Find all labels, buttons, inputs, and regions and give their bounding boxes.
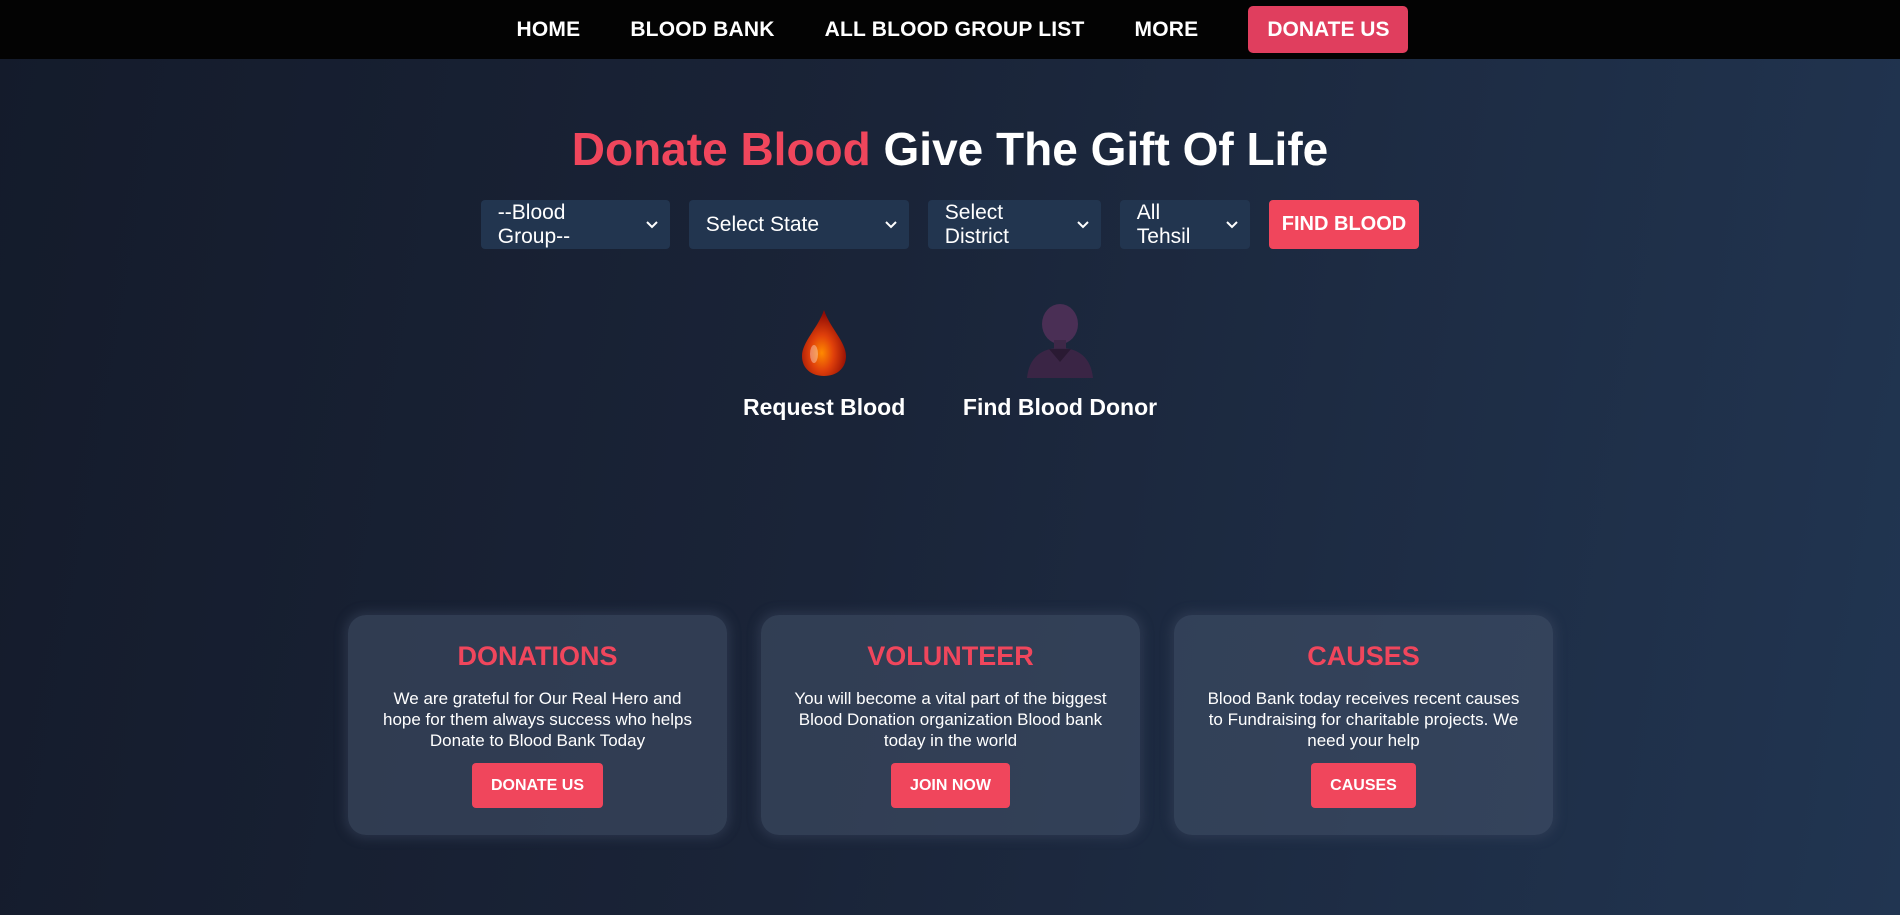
blood-group-select-value: --Blood Group-- [497, 200, 571, 248]
tehsil-select-value: All Tehsil [1136, 200, 1191, 248]
donor-person-icon [960, 300, 1160, 378]
causes-card: CAUSES Blood Bank today receives recent … [1174, 615, 1553, 835]
district-select[interactable]: Select District [927, 200, 1101, 249]
nav-link-blood-bank[interactable]: BLOOD BANK [630, 18, 774, 42]
chevron-down-icon [1077, 217, 1089, 232]
state-select-value: Select State [705, 212, 820, 236]
find-blood-donor-label: Find Blood Donor [962, 394, 1158, 420]
blood-drop-icon [743, 300, 905, 378]
request-blood-feature[interactable]: Request Blood [743, 300, 905, 421]
blood-search-filters: --Blood Group-- Select State Select Dist… [0, 200, 1900, 249]
volunteer-card: VOLUNTEER You will become a vital part o… [761, 615, 1140, 835]
tehsil-select[interactable]: All Tehsil [1119, 200, 1250, 249]
blood-group-select[interactable]: --Blood Group-- [480, 200, 670, 249]
request-blood-label: Request Blood [743, 394, 906, 420]
find-blood-donor-feature[interactable]: Find Blood Donor [960, 300, 1160, 421]
join-now-button[interactable]: JOIN NOW [891, 763, 1010, 808]
nav-links: HOME BLOOD BANK ALL BLOOD GROUP LIST MOR… [492, 6, 1409, 53]
info-cards: DONATIONS We are grateful for Our Real H… [348, 615, 1553, 835]
find-blood-button[interactable]: FIND BLOOD [1268, 200, 1420, 249]
hero-title: Donate Blood Give The Gift Of Life [0, 122, 1900, 176]
chevron-down-icon [646, 217, 658, 232]
district-select-value: Select District [944, 200, 1009, 248]
hero-title-rest: Give The Gift Of Life [870, 123, 1329, 175]
donations-card-title: DONATIONS [457, 641, 618, 671]
nav-link-home[interactable]: HOME [517, 18, 581, 42]
causes-card-text: Blood Bank today receives recent causes … [1207, 689, 1520, 750]
hero-title-accent: Donate Blood [571, 123, 871, 175]
nav-link-all-blood-group-list[interactable]: ALL BLOOD GROUP LIST [825, 18, 1085, 42]
causes-button[interactable]: CAUSES [1311, 763, 1416, 808]
donations-card-text: We are grateful for Our Real Hero and ho… [383, 689, 692, 750]
causes-card-title: CAUSES [1307, 641, 1420, 671]
chevron-down-icon [885, 217, 897, 232]
state-select[interactable]: Select State [688, 200, 909, 249]
top-navigation-bar: HOME BLOOD BANK ALL BLOOD GROUP LIST MOR… [0, 0, 1900, 59]
nav-donate-button[interactable]: DONATE US [1248, 6, 1409, 53]
chevron-down-icon [1226, 217, 1238, 232]
nav-link-more[interactable]: MORE [1135, 18, 1199, 42]
donations-donate-button[interactable]: DONATE US [471, 763, 604, 808]
donations-card: DONATIONS We are grateful for Our Real H… [348, 615, 727, 835]
volunteer-card-text: You will become a vital part of the bigg… [794, 689, 1107, 750]
volunteer-card-title: VOLUNTEER [867, 641, 1034, 671]
